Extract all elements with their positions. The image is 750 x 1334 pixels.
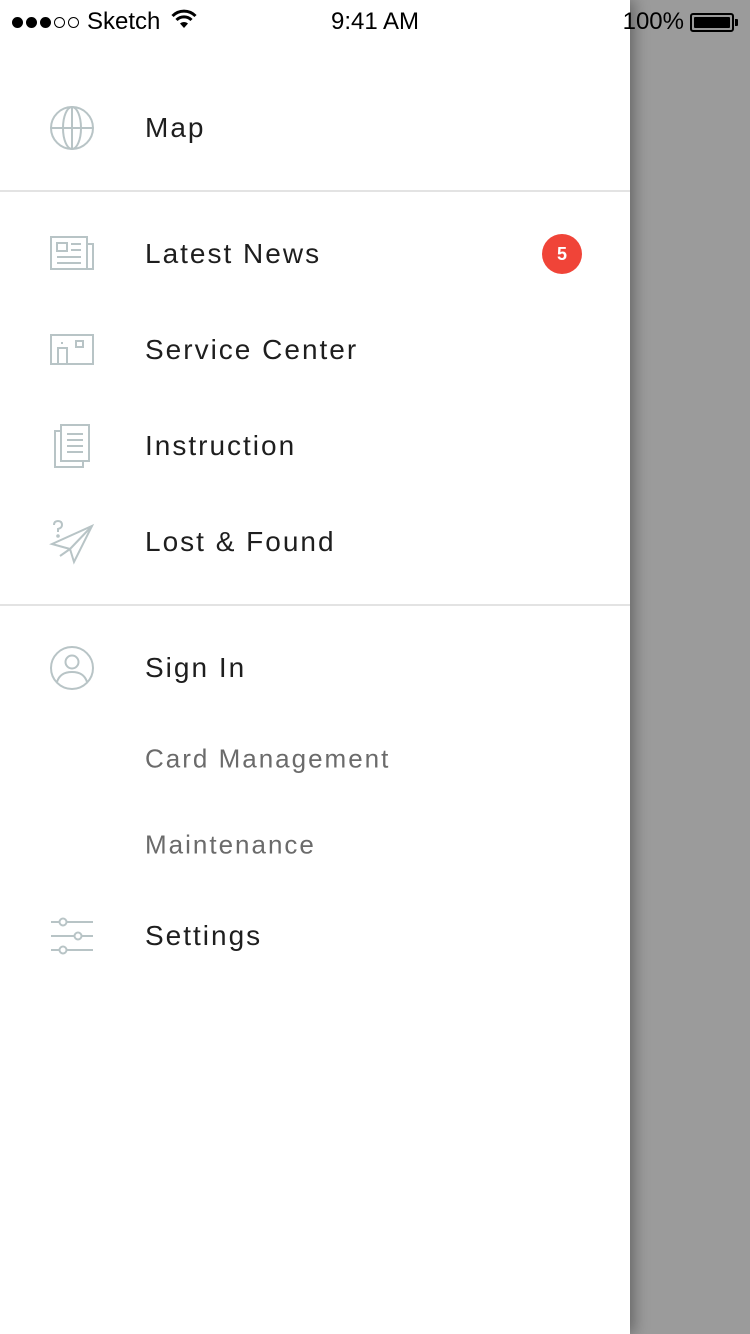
menu-item-service-center[interactable]: Service Center	[0, 302, 630, 398]
dimmed-overlay[interactable]	[630, 0, 750, 1334]
notification-badge: 5	[542, 234, 582, 274]
menu-item-label: Lost & Found	[145, 526, 336, 557]
sliders-icon	[48, 912, 96, 960]
menu-item-settings[interactable]: Settings	[0, 888, 630, 984]
newspaper-icon	[48, 230, 96, 278]
menu-item-instruction[interactable]: Instruction	[0, 398, 630, 494]
menu-item-latest-news[interactable]: Latest News 5	[0, 206, 630, 302]
user-icon	[48, 644, 96, 692]
menu-item-maintenance[interactable]: Maintenance	[0, 802, 630, 888]
battery-percentage: 100%	[622, 8, 684, 35]
menu-item-label: Map	[145, 112, 206, 143]
battery-tip	[735, 18, 738, 26]
menu-item-label: Settings	[145, 920, 263, 951]
status-right: 100%	[623, 8, 738, 36]
globe-icon	[48, 104, 96, 152]
battery-icon	[690, 12, 734, 32]
menu-item-label: Latest News	[145, 238, 322, 269]
menu-item-label: Sign In	[145, 652, 247, 683]
paper-plane-question-icon	[48, 518, 96, 566]
menu-item-label: Card Management	[145, 743, 391, 774]
menu-item-lost-and-found[interactable]: Lost & Found	[0, 494, 630, 590]
menu-item-label: Maintenance	[145, 829, 316, 860]
navigation-drawer: Map Latest News 5 Service Center Instruc…	[0, 0, 630, 1334]
screen: Sketch 9:41 AM 100% Map Latest News 5 Se…	[0, 0, 750, 1334]
document-icon	[48, 422, 96, 470]
menu-item-card-management[interactable]: Card Management	[0, 716, 630, 802]
menu-item-sign-in[interactable]: Sign In	[0, 620, 630, 716]
menu-item-label: Service Center	[145, 334, 359, 365]
status-bar: Sketch 9:41 AM 100%	[0, 0, 750, 40]
section-divider	[0, 190, 630, 192]
building-icon	[48, 326, 96, 374]
menu-item-map[interactable]: Map	[0, 80, 630, 176]
menu-item-label: Instruction	[145, 430, 297, 461]
section-divider	[0, 604, 630, 606]
